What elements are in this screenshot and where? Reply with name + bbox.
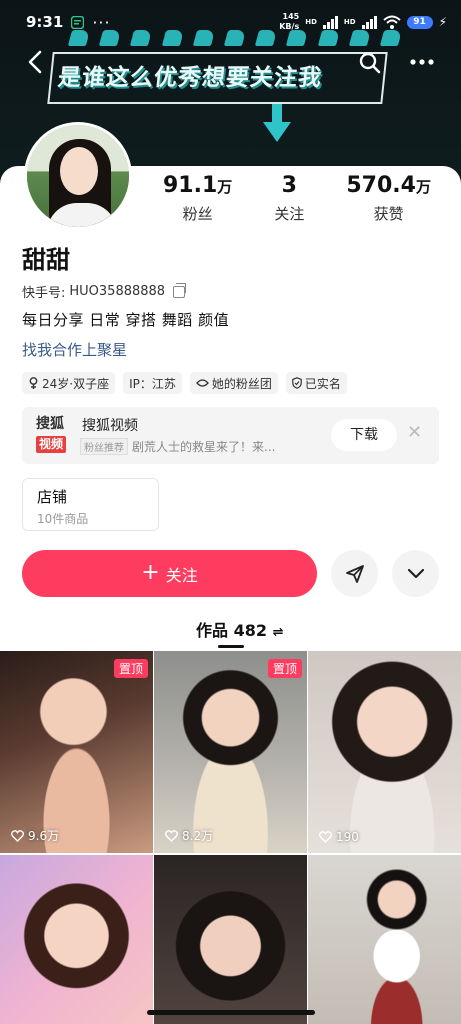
work-thumbnail[interactable] [308, 855, 461, 1024]
tag-age: 24岁·双子座 [22, 372, 116, 394]
like-count: 190 [319, 830, 359, 844]
work-thumbnail[interactable] [154, 855, 307, 1024]
signal-icon [322, 15, 338, 29]
works-grid: 置顶 9.6万 置顶 8.2万 190 [0, 651, 461, 1024]
more-options-icon[interactable] [410, 58, 434, 66]
back-arrow-icon[interactable] [26, 50, 44, 74]
close-icon[interactable]: ✕ [407, 422, 422, 443]
fan-group-icon [195, 379, 209, 387]
pinned-badge: 置顶 [267, 659, 302, 678]
stat-label: 获赞 [373, 205, 404, 223]
plus-icon: + [141, 559, 160, 585]
heart-icon [11, 829, 24, 842]
status-bar: 9:31 ··· 145 KB/s HD HD 91 ⚡ [0, 0, 461, 44]
ad-banner[interactable]: 搜狐 视频 搜狐视频 粉丝推荐 剧荒人士的救星来了！来... 下载 ✕ [22, 407, 439, 464]
copy-icon[interactable] [173, 282, 187, 298]
network-speed: 145 KB/s [279, 12, 300, 31]
work-thumbnail[interactable]: 置顶 8.2万 [154, 651, 307, 853]
profile-tags: 24岁·双子座 IP：江苏 她的粉丝团 已实名 [22, 372, 347, 394]
home-indicator[interactable] [147, 1010, 315, 1015]
more-notifications-icon: ··· [92, 12, 111, 32]
ad-subtitle: 粉丝推荐 剧荒人士的救星来了！来... [80, 438, 275, 455]
banner-title: 是谁这么优秀想要关注我 [56, 65, 324, 91]
chevron-down-icon [407, 568, 424, 578]
expand-button[interactable] [392, 550, 439, 597]
tab-indicator [218, 645, 244, 648]
sim2-hd-label: HD [343, 18, 356, 26]
stat-likes[interactable]: 570.4万 获赞 [346, 172, 431, 224]
heart-icon [165, 829, 178, 842]
avatar[interactable] [24, 122, 132, 230]
tab-works[interactable]: 作品 482 ⇌ [196, 617, 283, 641]
profile-stats: 91.1万 粉丝 3 关注 570.4万 获赞 [142, 172, 452, 224]
pinned-badge: 置顶 [113, 659, 148, 678]
message-app-icon [71, 15, 85, 29]
gender-female-icon [29, 377, 38, 389]
like-count: 8.2万 [165, 827, 213, 844]
battery-level: 91 [406, 15, 433, 29]
kuaishou-id-label: 快手号: [22, 286, 66, 301]
kuaishou-id-value: HUO35888888 [69, 284, 166, 299]
shop-entry[interactable]: 店铺 10件商品 [22, 478, 159, 531]
stat-fans[interactable]: 91.1万 粉丝 [163, 172, 232, 224]
ad-subtitle-text: 剧荒人士的救星来了！来... [132, 440, 276, 454]
like-count: 9.6万 [11, 827, 59, 844]
work-thumbnail[interactable]: 190 [308, 651, 461, 853]
sohu-video-logo: 搜狐 视频 [36, 415, 72, 453]
work-thumbnail[interactable] [0, 855, 153, 1024]
status-time: 9:31 [26, 13, 64, 31]
stat-label: 粉丝 [182, 205, 213, 223]
shop-title: 店铺 [37, 488, 68, 506]
tag-fan-group[interactable]: 她的粉丝团 [189, 372, 278, 394]
ad-title: 搜狐视频 [82, 418, 138, 434]
ad-badge: 粉丝推荐 [80, 438, 128, 455]
tag-verified: 已实名 [285, 372, 347, 394]
tag-ip: IP：江苏 [123, 372, 182, 394]
send-icon [345, 564, 364, 583]
kuaishou-id: 快手号: HUO35888888 [22, 282, 187, 301]
profile-bio: 每日分享 日常 穿搭 舞蹈 颜值 [22, 311, 230, 329]
signal-icon [361, 15, 377, 29]
share-button[interactable] [331, 550, 378, 597]
work-thumbnail[interactable]: 置顶 9.6万 [0, 651, 153, 853]
follow-label: 关注 [165, 565, 198, 585]
heart-icon [319, 831, 332, 843]
sim1-hd-label: HD [305, 18, 317, 26]
verified-shield-icon [292, 377, 302, 389]
stat-label: 关注 [274, 205, 305, 223]
download-button[interactable]: 下载 [331, 419, 397, 451]
wifi-icon [382, 15, 401, 29]
shop-subtitle: 10件商品 [37, 512, 89, 526]
down-arrow-icon [263, 104, 291, 142]
search-icon[interactable] [359, 52, 381, 74]
collab-link[interactable]: 找我合作上聚星 [22, 339, 127, 360]
follow-button[interactable]: + 关注 [22, 550, 317, 597]
stat-following[interactable]: 3 关注 [274, 172, 304, 224]
profile-name: 甜甜 [22, 246, 70, 274]
sort-icon[interactable]: ⇌ [273, 625, 284, 640]
charging-icon: ⚡ [438, 15, 447, 29]
